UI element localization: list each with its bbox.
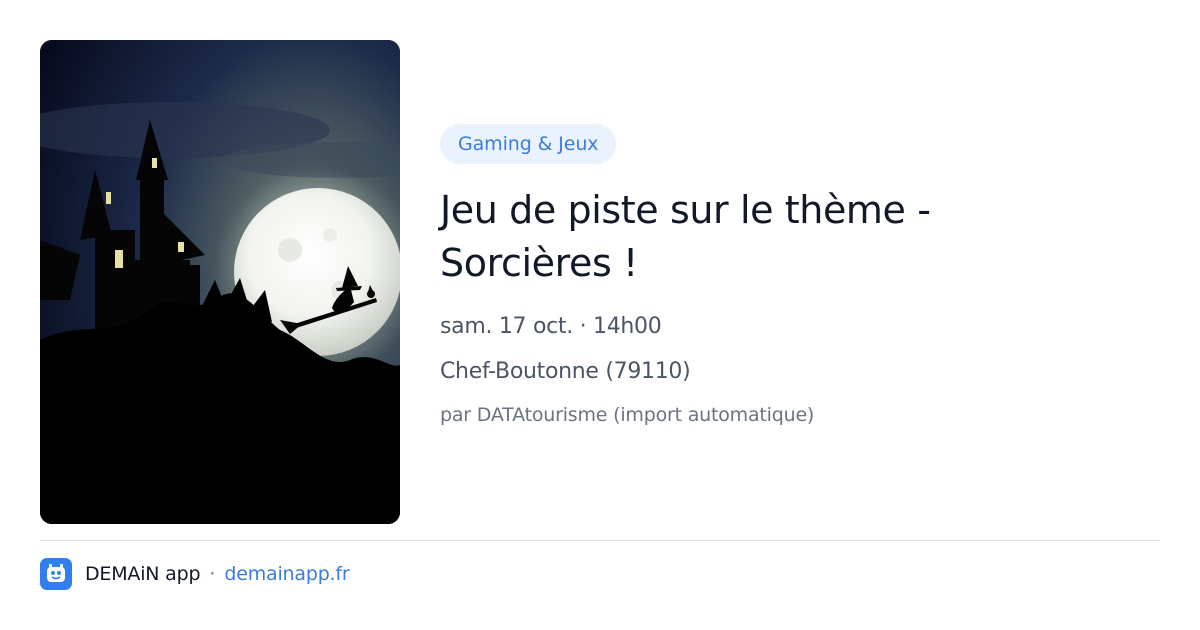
event-location: Chef-Boutonne (79110) xyxy=(440,359,691,384)
app-footer: DEMAiN app · demainapp.fr xyxy=(40,558,350,590)
app-name: DEMAiN app xyxy=(85,563,201,585)
event-date: sam. 17 oct. · 14h00 xyxy=(440,314,662,339)
category-badge[interactable]: Gaming & Jeux xyxy=(440,124,617,164)
footer-separator: · xyxy=(209,563,216,585)
event-info: Gaming & Jeux Jeu de piste sur le thème … xyxy=(440,124,1160,426)
footer-divider xyxy=(40,540,1160,541)
event-organizer: par DATAtourisme (import automatique) xyxy=(440,404,815,426)
event-title: Jeu de piste sur le thème - Sorcières ! xyxy=(440,188,931,285)
event-cover-image xyxy=(40,40,400,524)
demain-app-icon xyxy=(40,558,72,590)
app-website-link[interactable]: demainapp.fr xyxy=(224,563,349,585)
